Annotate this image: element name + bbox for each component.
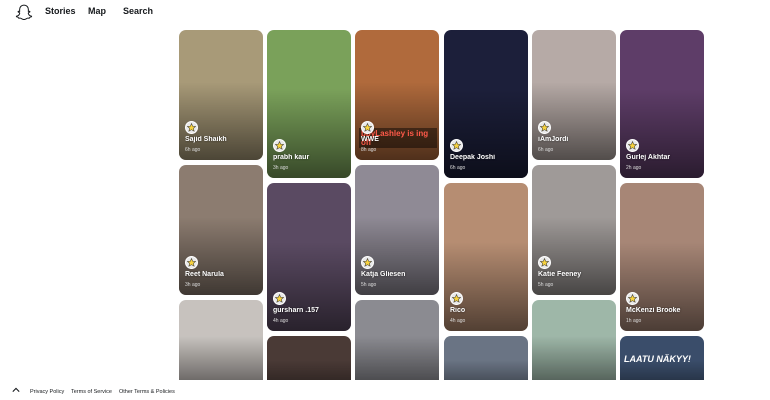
story-card[interactable]: Katja Gliesen 5h ago (355, 165, 439, 295)
footer: Privacy Policy Terms of Service Other Te… (0, 380, 770, 400)
story-shade (355, 336, 439, 380)
story-name: WWE (361, 136, 379, 143)
story-shade (532, 336, 616, 380)
privacy-policy-link[interactable]: Privacy Policy (30, 389, 64, 395)
story-grid: Sajid Shaikh 6h ago prabh kaur 3h ago bbyLas… (0, 0, 770, 380)
story-time: 3h ago (273, 165, 289, 171)
story-time: 6h ago (185, 147, 201, 153)
story-name: McKenzi Brooke (626, 307, 681, 314)
other-terms-link[interactable]: Other Terms & Policies (119, 389, 175, 395)
star-badge-icon (273, 139, 286, 152)
story-card[interactable]: bbyLashley is ing off WWE 8h ago (355, 30, 439, 160)
story-time: 5h ago (538, 282, 554, 288)
story-card[interactable] (355, 300, 439, 380)
star-badge-icon (450, 139, 463, 152)
story-name: prabh kaur (273, 154, 310, 161)
star-badge-icon (450, 292, 463, 305)
story-name: Sajid Shaikh (185, 136, 227, 143)
story-card[interactable]: Rico 4h ago (444, 183, 528, 331)
star-badge-icon (361, 121, 374, 134)
story-card[interactable] (532, 300, 616, 380)
story-shade (267, 360, 351, 380)
story-time: 1h ago (626, 318, 642, 324)
story-card[interactable]: prabh kaur 3h ago (267, 30, 351, 178)
story-card[interactable]: McKenzi Brooke 1h ago (620, 183, 704, 331)
story-card[interactable]: Sajid Shaikh 6h ago (179, 30, 263, 160)
star-badge-icon (185, 256, 198, 269)
chevron-up-icon[interactable] (12, 387, 20, 393)
story-name: Gurlej Akhtar (626, 154, 671, 161)
story-time: 2h ago (626, 165, 642, 171)
story-name: Katja Gliesen (361, 271, 406, 278)
star-badge-icon (273, 292, 286, 305)
story-time: 6h ago (538, 147, 554, 153)
story-name: gursharn .157 (273, 307, 319, 314)
story-card[interactable] (444, 336, 528, 380)
story-name: Reet Narula (185, 271, 224, 278)
story-time: 6h ago (450, 165, 466, 171)
story-time: 8h ago (361, 147, 377, 153)
story-card[interactable] (179, 300, 263, 380)
story-time: 4h ago (273, 318, 289, 324)
story-name: Deepak Joshi (450, 154, 496, 161)
story-card[interactable] (267, 336, 351, 380)
star-badge-icon (626, 139, 639, 152)
story-card[interactable]: Deepak Joshi 6h ago (444, 30, 528, 178)
star-badge-icon (361, 256, 374, 269)
star-badge-icon (185, 121, 198, 134)
story-shade (179, 336, 263, 380)
star-badge-icon (538, 256, 551, 269)
star-badge-icon (626, 292, 639, 305)
story-card[interactable]: gursharn .157 4h ago (267, 183, 351, 331)
story-name: Katie Feeney (538, 271, 582, 278)
story-overlay-text: LAATU NÄKYY! (624, 354, 691, 364)
story-card[interactable]: iAmJordi 6h ago (532, 30, 616, 160)
story-time: 4h ago (450, 318, 466, 324)
story-name: iAmJordi (538, 136, 569, 143)
story-card[interactable]: Katie Feeney 5h ago (532, 165, 616, 295)
star-badge-icon (538, 121, 551, 134)
story-card[interactable]: LAATU NÄKYY! (620, 336, 704, 380)
story-shade (444, 360, 528, 380)
terms-of-service-link[interactable]: Terms of Service (71, 389, 112, 395)
story-time: 5h ago (361, 282, 377, 288)
story-name: Rico (450, 307, 466, 314)
story-time: 3h ago (185, 282, 201, 288)
story-card[interactable]: Gurlej Akhtar 2h ago (620, 30, 704, 178)
story-card[interactable]: Reet Narula 3h ago (179, 165, 263, 295)
